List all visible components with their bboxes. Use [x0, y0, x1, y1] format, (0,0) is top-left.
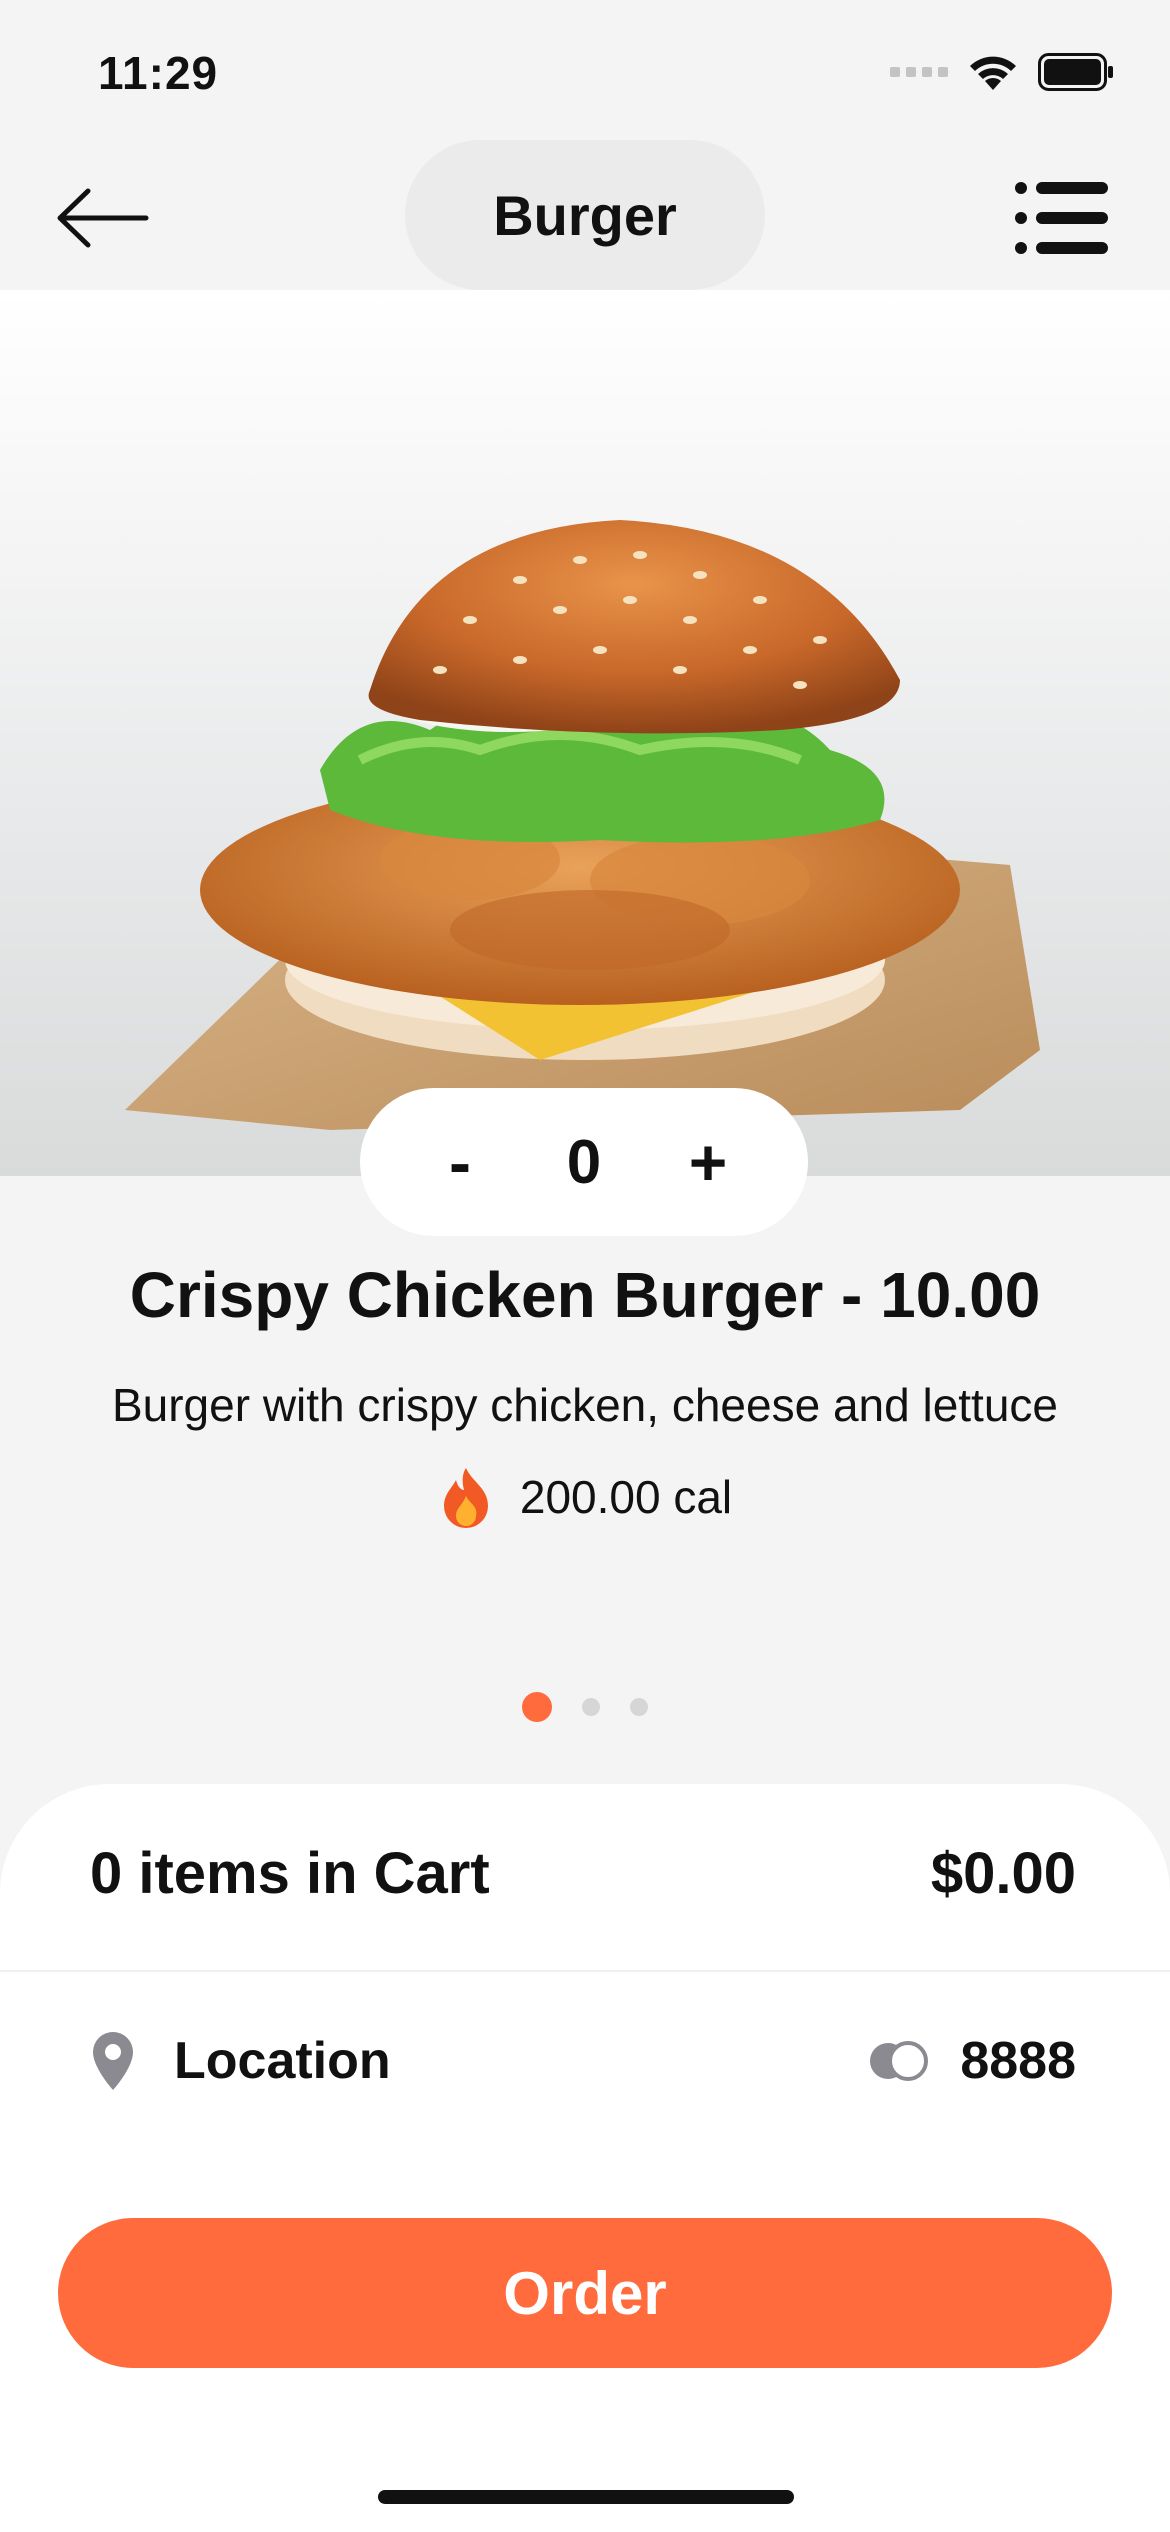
product-image — [0, 290, 1170, 1176]
points-value: 8888 — [960, 2032, 1076, 2090]
page-dot-active[interactable] — [522, 1692, 552, 1722]
status-time: 11:29 — [98, 47, 219, 99]
location-selector[interactable]: Location — [90, 2030, 391, 2092]
cart-sheet: 0 items in Cart $0.00 Location 8888 Orde… — [0, 1784, 1170, 2532]
page-dot[interactable] — [582, 1698, 600, 1716]
calorie-value: 200.00 cal — [519, 1471, 733, 1523]
arrow-left-icon — [57, 188, 149, 248]
status-bar: 11:29 — [0, 0, 1170, 140]
order-button[interactable]: Order — [58, 2218, 1112, 2368]
location-pin-icon — [93, 2032, 133, 2090]
location-row: Location 8888 — [90, 2030, 1076, 2092]
page-title: Burger — [405, 140, 765, 290]
status-icons — [890, 52, 1114, 92]
divider — [0, 1970, 1170, 1972]
increment-button[interactable]: + — [678, 1124, 738, 1200]
product-description: Burger with crispy chicken, cheese and l… — [111, 1379, 1059, 1431]
calorie-info: 200.00 cal — [0, 1466, 1170, 1528]
cart-total: $0.00 — [930, 1841, 1076, 1906]
cart-summary-row[interactable]: 0 items in Cart $0.00 — [90, 1840, 1076, 1907]
coins-icon — [870, 2041, 929, 2081]
home-indicator — [378, 2490, 794, 2504]
quantity-stepper: - 0 + — [360, 1088, 808, 1236]
product-title: Crispy Chicken Burger - 10.00 — [129, 1259, 1041, 1331]
wifi-icon — [970, 56, 1016, 90]
page-indicator — [0, 1692, 1170, 1722]
cart-item-count: 0 items in Cart — [90, 1841, 490, 1906]
list-menu-icon — [1015, 182, 1108, 254]
back-button[interactable] — [54, 180, 154, 256]
points-balance[interactable]: 8888 — [868, 2031, 1076, 2091]
location-label: Location — [174, 2032, 391, 2090]
menu-button[interactable] — [1014, 180, 1114, 256]
page-dot[interactable] — [630, 1698, 648, 1716]
battery-icon — [1038, 53, 1113, 91]
fire-icon — [443, 1468, 488, 1528]
nav-bar: Burger — [0, 140, 1170, 290]
quantity-value: 0 — [566, 1127, 602, 1197]
cellular-signal-icon — [890, 67, 948, 77]
decrement-button[interactable]: - — [430, 1124, 490, 1200]
